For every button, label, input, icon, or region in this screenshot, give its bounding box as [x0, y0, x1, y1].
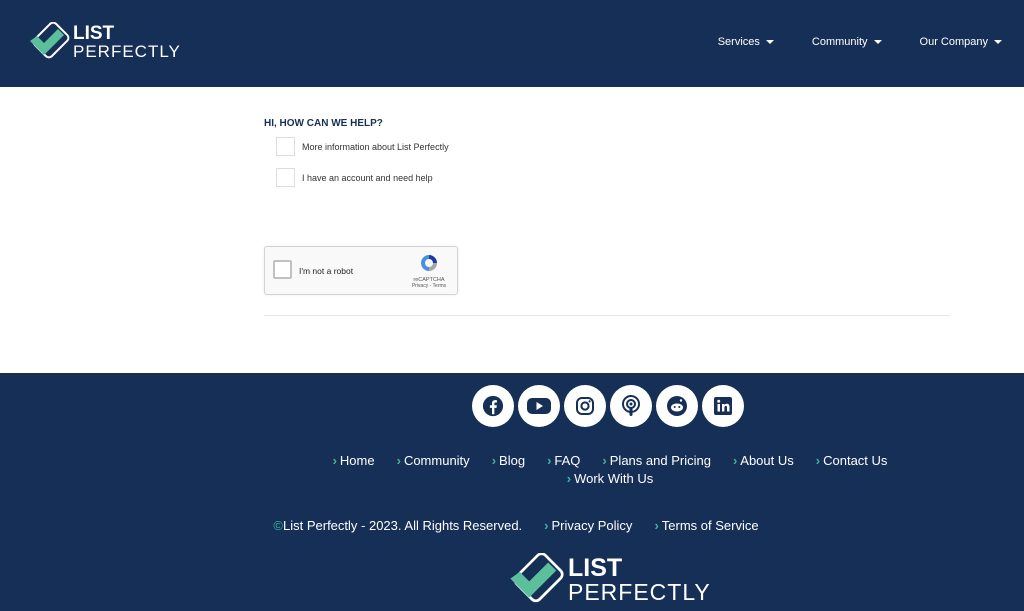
chevron-right-icon: › [396, 453, 401, 468]
caret-down-icon [873, 40, 882, 44]
nav-community[interactable]: Community [812, 36, 882, 48]
youtube-icon[interactable] [518, 385, 560, 427]
footer-link-plans[interactable]: › Plans and Pricing [602, 453, 711, 468]
option-need-help[interactable]: I have an account and need help [276, 168, 433, 187]
recaptcha-links[interactable]: Privacy - Terms [409, 283, 449, 289]
podcast-icon[interactable] [610, 385, 652, 427]
chevron-right-icon: › [544, 518, 549, 533]
footer-link-community[interactable]: › Community [397, 453, 470, 468]
help-question: HI, HOW CAN WE HELP? [264, 118, 383, 129]
instagram-icon[interactable] [564, 385, 606, 427]
privacy-policy-link[interactable]: › Privacy Policy [544, 518, 632, 533]
linkedin-icon[interactable] [702, 385, 744, 427]
footer-link-work[interactable]: › Work With Us [567, 471, 654, 486]
footer-link-blog[interactable]: › Blog [492, 453, 525, 468]
nav-services[interactable]: Services [718, 36, 774, 48]
recaptcha-checkbox[interactable] [273, 260, 292, 279]
chevron-right-icon: › [547, 453, 552, 468]
footer-link-contact[interactable]: › Contact Us [816, 453, 888, 468]
logo-check-icon [510, 553, 564, 603]
recaptcha-widget: I'm not a robot reCAPTCHA Privacy - Term… [264, 246, 458, 295]
facebook-icon[interactable] [472, 385, 514, 427]
chevron-right-icon: › [654, 518, 659, 533]
copyright: ©List Perfectly - 2023. All Rights Reser… [273, 518, 523, 533]
caret-down-icon [765, 40, 774, 44]
site-header: LIST PERFECTLY Services Community Our Co… [0, 0, 1024, 87]
option-more-info[interactable]: More information about List Perfectly [276, 137, 449, 156]
recaptcha-icon [421, 255, 437, 271]
site-footer: › Home › Community › Blog › FAQ › Plans and P… [0, 373, 1024, 611]
reddit-icon[interactable] [656, 385, 698, 427]
footer-link-home[interactable]: › Home [333, 453, 375, 468]
footer-links: › Home › Community › Blog › FAQ › Plans and P… [300, 453, 920, 486]
caret-down-icon [994, 40, 1002, 44]
divider [264, 315, 950, 316]
logo-check-icon [30, 22, 70, 59]
chevron-right-icon: › [566, 471, 572, 486]
nav-our-company[interactable]: Our Company [920, 36, 1002, 48]
chevron-right-icon: › [332, 453, 337, 468]
footer-bottom: ©List Perfectly - 2023. All Rights Reser… [0, 518, 1024, 533]
checkbox[interactable] [276, 137, 295, 156]
logo[interactable]: LIST PERFECTLY [27, 22, 181, 62]
main-nav: Services Community Our Company [718, 36, 1002, 48]
social-links [472, 385, 744, 427]
terms-link[interactable]: › Terms of Service [654, 518, 758, 533]
chevron-right-icon: › [491, 453, 497, 468]
checkbox[interactable] [276, 168, 295, 187]
chevron-right-icon: › [602, 453, 607, 468]
footer-link-faq[interactable]: › FAQ [547, 453, 580, 468]
footer-link-about[interactable]: › About Us [733, 453, 794, 468]
chevron-right-icon: › [732, 453, 738, 468]
chevron-right-icon: › [815, 453, 821, 468]
footer-logo[interactable]: LIST PERFECTLY [506, 553, 711, 607]
